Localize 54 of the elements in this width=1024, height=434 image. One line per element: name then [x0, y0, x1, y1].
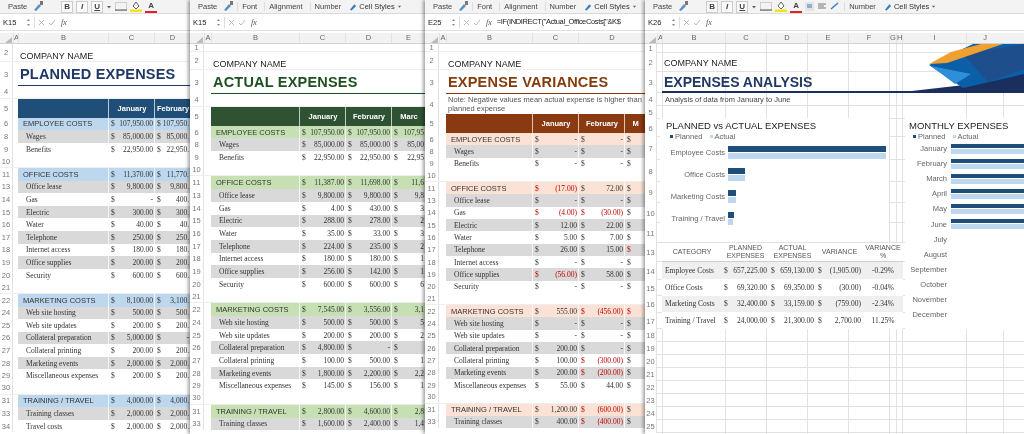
company-name: COMPANY NAME — [19, 50, 95, 61]
caret-icon — [631, 4, 637, 9]
chart-title: MONTHLY EXPENSES — [909, 120, 1010, 131]
actual-bar — [728, 218, 734, 225]
border-icon[interactable] — [760, 2, 773, 11]
brush-icon — [584, 2, 593, 11]
spinner-icon[interactable] — [671, 17, 676, 27]
format-button[interactable]: U — [91, 0, 104, 13]
format-button[interactable]: I — [76, 0, 89, 13]
fill-color-icon[interactable] — [130, 1, 143, 12]
font-color-button[interactable]: A — [145, 0, 158, 13]
caret-icon — [931, 4, 937, 9]
cancel-icon[interactable] — [228, 18, 235, 26]
check-icon[interactable] — [473, 18, 481, 26]
planned-bar — [728, 211, 734, 218]
planned-bar — [728, 167, 745, 174]
check-icon[interactable] — [693, 18, 701, 26]
actual-bar — [728, 174, 745, 181]
border-icon[interactable] — [115, 2, 128, 11]
insert-function-button[interactable]: fx — [249, 17, 259, 27]
insert-function-button[interactable]: fx — [704, 17, 714, 27]
sheet-title: ACTUAL EXPENSES — [211, 70, 425, 94]
cancel-icon[interactable] — [683, 18, 690, 26]
brush-icon[interactable] — [32, 1, 45, 12]
chart-title: PLANNED vs ACTUAL EXPENSES — [666, 120, 818, 131]
spinner-icon[interactable] — [26, 17, 31, 27]
check-icon[interactable] — [238, 18, 246, 26]
format-button[interactable]: B — [61, 0, 74, 13]
caret-icon — [396, 4, 402, 9]
brush-icon[interactable] — [457, 1, 470, 12]
insert-function-button[interactable]: fx — [59, 17, 69, 27]
format-button[interactable]: I — [721, 0, 734, 13]
font-color-button[interactable]: A — [790, 0, 803, 13]
insert-function-button[interactable]: fx — [484, 17, 494, 27]
brush-icon — [349, 2, 358, 11]
cancel-icon[interactable] — [38, 18, 45, 26]
cancel-icon[interactable] — [463, 18, 470, 26]
brush-icon — [883, 2, 892, 11]
sheet-title: EXPENSES ANALYSIS — [662, 72, 1024, 93]
format-button[interactable]: U — [736, 0, 749, 13]
spinner-icon[interactable] — [216, 17, 221, 27]
brush-icon[interactable] — [222, 1, 235, 12]
brush-icon[interactable] — [677, 1, 690, 12]
caret-icon[interactable] — [751, 3, 758, 10]
planned-bar — [728, 189, 736, 196]
fill-color-icon[interactable] — [775, 1, 788, 12]
company-name: COMPANY NAME — [212, 58, 288, 69]
company-name: COMPANY NAME — [663, 56, 738, 70]
format-button[interactable]: B — [706, 0, 719, 13]
actual-bar — [728, 196, 736, 203]
check-icon[interactable] — [48, 18, 56, 26]
spinner-icon[interactable] — [451, 17, 456, 27]
company-name: COMPANY NAME — [447, 58, 523, 69]
caret-icon[interactable] — [106, 3, 113, 10]
